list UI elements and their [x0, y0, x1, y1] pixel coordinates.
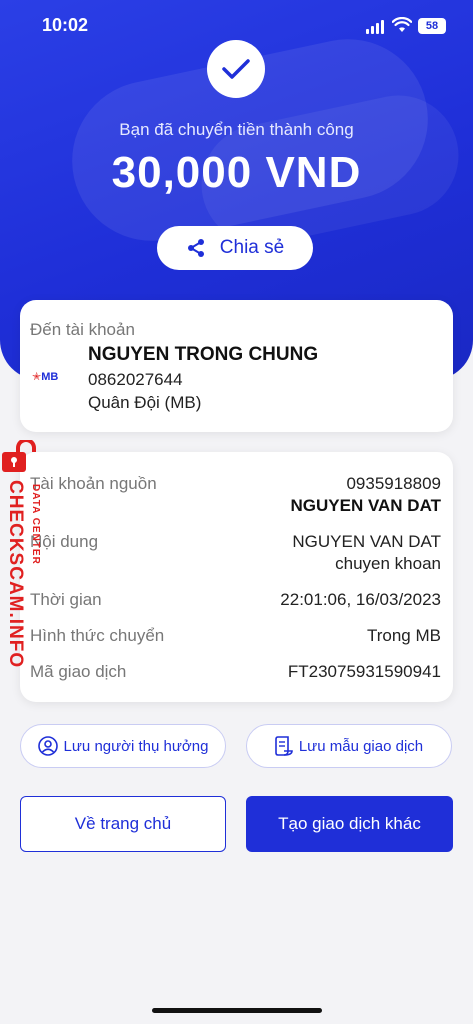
content-line1: NGUYEN VAN DAT	[292, 532, 441, 551]
share-label: Chia sẻ	[219, 237, 285, 258]
document-icon	[275, 736, 293, 756]
time-value: 22:01:06, 16/03/2023	[280, 590, 441, 609]
save-beneficiary-button[interactable]: Lưu người thụ hưởng	[20, 724, 226, 768]
user-icon	[37, 736, 58, 756]
watermark-subtext: DATA CENTER	[30, 484, 41, 565]
success-message: Bạn đã chuyển tiền thành công	[119, 120, 354, 139]
save-template-button[interactable]: Lưu mẫu giao dịch	[246, 724, 452, 768]
transaction-details-card: Tài khoản nguồn 0935918809 NGUYEN VAN DA…	[20, 452, 453, 702]
source-account-number: 0935918809	[346, 474, 441, 493]
transaction-id-value: FT23075931590941	[287, 662, 441, 681]
recipient-label: Đến tài khoản	[30, 320, 135, 339]
transfer-amount: 30,000 VND	[111, 148, 362, 197]
save-beneficiary-label: Lưu người thụ hưởng	[63, 737, 209, 755]
share-button[interactable]: Chia sẻ	[157, 226, 313, 270]
method-label: Hình thức chuyển	[30, 626, 165, 645]
success-check-icon	[207, 40, 265, 98]
recipient-bank: Quân Đội (MB)	[88, 393, 202, 412]
battery-icon: 58	[418, 18, 446, 34]
watermark: CHECKSCAM.INFO DATA CENTER	[2, 440, 50, 670]
signal-icon	[366, 20, 386, 34]
recipient-card: Đến tài khoản ✭MB NGUYEN TRONG CHUNG 086…	[20, 300, 453, 432]
lock-icon	[2, 440, 36, 472]
content-line2: chuyen khoan	[335, 554, 441, 573]
wifi-icon	[392, 17, 412, 32]
save-template-label: Lưu mẫu giao dịch	[298, 737, 424, 755]
recipient-name: NGUYEN TRONG CHUNG	[88, 344, 319, 365]
share-icon	[187, 239, 204, 257]
home-button[interactable]: Về trang chủ	[20, 796, 226, 852]
source-account-name: NGUYEN VAN DAT	[290, 496, 442, 515]
status-time: 10:02	[42, 15, 89, 35]
recipient-account: 0862027644	[88, 370, 183, 389]
home-indicator	[152, 1008, 322, 1013]
mb-bank-logo: ✭MB	[32, 371, 59, 383]
new-transaction-button[interactable]: Tạo giao dịch khác	[246, 796, 453, 852]
method-value: Trong MB	[366, 626, 441, 645]
watermark-text: CHECKSCAM.INFO	[5, 480, 26, 669]
